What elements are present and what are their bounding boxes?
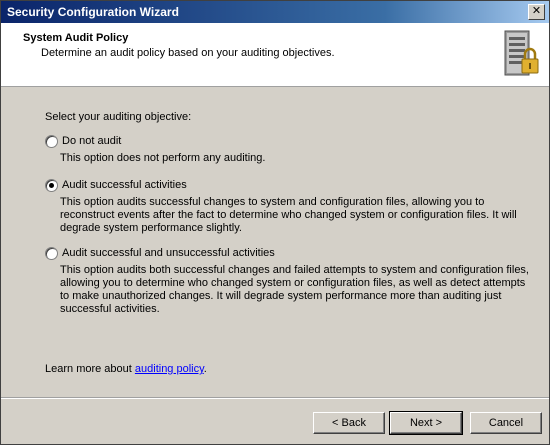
page-subtitle: Determine an audit policy based on your … [41, 47, 335, 59]
auditing-policy-link[interactable]: auditing policy [135, 363, 204, 375]
wizard-content: Select your auditing objective: Do not a… [1, 87, 549, 397]
objective-prompt: Select your auditing objective: [45, 111, 192, 123]
wizard-header: System Audit Policy Determine an audit p… [1, 23, 549, 87]
option-label[interactable]: Audit successful activities [62, 179, 187, 191]
wizard-footer: < Back Next > Cancel [1, 397, 549, 444]
radio-audit-successful[interactable] [45, 179, 58, 192]
next-button[interactable]: Next > [389, 411, 463, 435]
close-button[interactable]: ✕ [528, 4, 545, 20]
learn-more-suffix: . [203, 363, 207, 375]
footer-divider [1, 398, 549, 399]
close-icon: ✕ [531, 5, 542, 17]
option-label[interactable]: Audit successful and unsuccessful activi… [62, 247, 275, 259]
wizard-window: Security Configuration Wizard ✕ System A… [0, 0, 550, 445]
learn-more-text: Learn more about [45, 363, 135, 375]
window-title: Security Configuration Wizard [7, 5, 179, 19]
learn-more: Learn more about auditing policy. [45, 363, 207, 375]
cancel-button[interactable]: Cancel [470, 412, 542, 434]
server-lock-icon [504, 30, 539, 76]
radio-do-not-audit[interactable] [45, 135, 58, 148]
option-description: This option audits both successful chang… [60, 264, 529, 315]
page-title: System Audit Policy [23, 32, 129, 44]
option-description: This option does not perform any auditin… [60, 152, 266, 164]
title-bar[interactable]: Security Configuration Wizard ✕ [1, 1, 549, 23]
option-description: This option audits successful changes to… [60, 196, 517, 234]
back-button[interactable]: < Back [313, 412, 385, 434]
radio-audit-successful-unsuccessful[interactable] [45, 247, 58, 260]
option-label[interactable]: Do not audit [62, 135, 121, 147]
